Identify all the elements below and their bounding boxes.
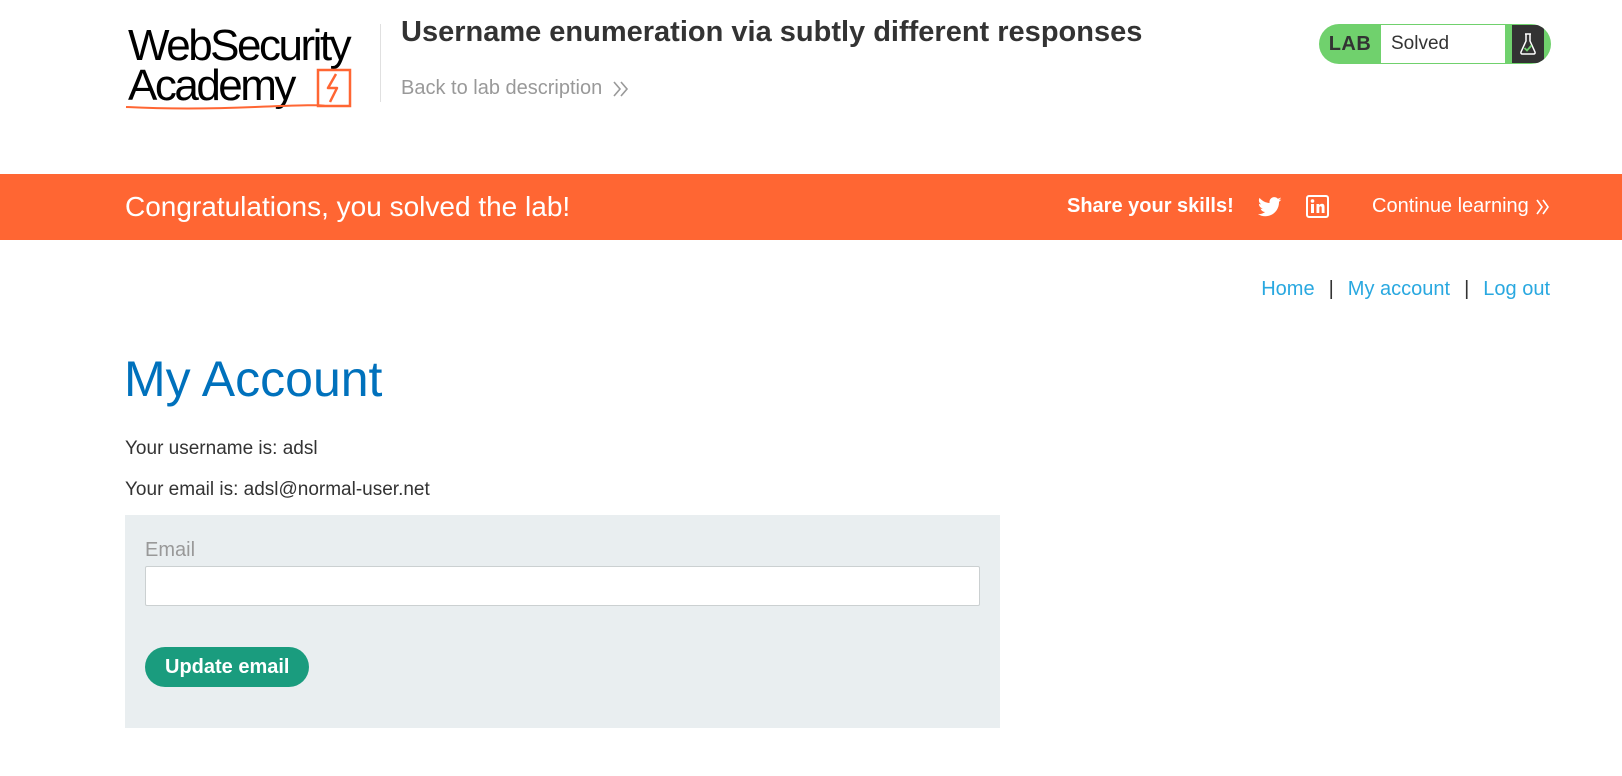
nav-home-link[interactable]: Home (1261, 278, 1314, 301)
solved-banner: Congratulations, you solved the lab! Sha… (0, 174, 1622, 240)
lab-status-state: Solved (1381, 25, 1505, 63)
change-email-form: Email Update email (125, 515, 1000, 728)
twitter-icon[interactable] (1257, 196, 1282, 218)
username-info: Your username is: adsl (125, 438, 318, 459)
solved-message: Congratulations, you solved the lab! (125, 191, 571, 222)
email-field-label: Email (145, 539, 196, 561)
linkedin-icon[interactable] (1306, 195, 1329, 218)
nav-separator: | (1464, 278, 1470, 300)
update-email-button[interactable]: Update email (145, 647, 310, 687)
nav-separator: | (1328, 278, 1334, 300)
back-to-lab-description-link[interactable]: Back to lab description (401, 77, 630, 100)
top-navigation: Home | My account | Log out (1261, 278, 1550, 301)
email-field[interactable] (145, 566, 980, 606)
lab-title: Username enumeration via subtly differen… (401, 16, 1143, 48)
web-security-academy-logo[interactable]: WebSecurity Academy (125, 22, 375, 114)
page-title: My Account (124, 351, 383, 407)
nav-log-out-link[interactable]: Log out (1483, 278, 1550, 301)
continue-learning-label: Continue learning (1372, 195, 1529, 217)
logo-underline-icon (125, 104, 325, 110)
header: WebSecurity Academy Username enumeration… (0, 0, 1622, 174)
nav-my-account-link[interactable]: My account (1348, 278, 1450, 301)
continue-learning-link[interactable]: Continue learning (1372, 195, 1551, 218)
email-info: Your email is: adsl@normal-user.net (125, 479, 430, 500)
lab-status-widget: LAB Solved (1319, 24, 1551, 64)
logo-lightning-box-icon (316, 68, 352, 108)
logo-text-line2: Academy (128, 61, 296, 110)
back-link-label: Back to lab description (401, 77, 603, 99)
lab-status-tag: LAB (1328, 32, 1372, 55)
double-chevron-right-icon (1536, 199, 1549, 214)
share-skills-label: Share your skills! (1067, 195, 1234, 217)
lab-status-icon-cell (1505, 24, 1551, 64)
flask-icon (1512, 25, 1544, 63)
double-chevron-right-icon (613, 80, 629, 97)
header-divider (380, 24, 381, 102)
